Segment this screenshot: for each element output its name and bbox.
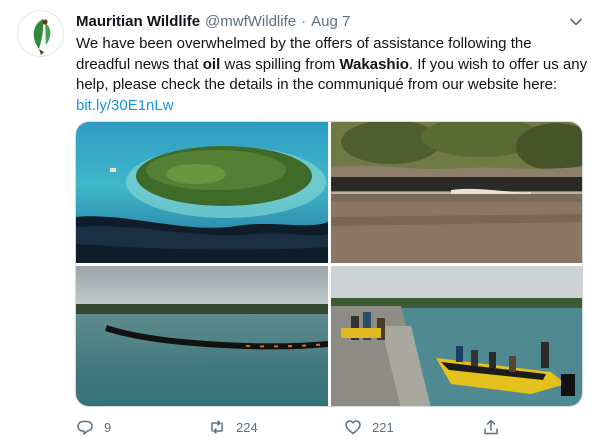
tweet-text: We have been overwhelmed by the offers o… [76,34,588,116]
mauritian-wildlife-logo-icon [33,19,51,55]
author-handle[interactable]: @mwfWildlife [205,13,296,30]
heart-icon [345,420,361,435]
reply-count: 9 [104,419,112,435]
like-button[interactable]: 221 [344,418,394,436]
like-count: 221 [372,419,394,435]
avatar[interactable] [17,10,64,57]
oil-boom-in-lagoon-photo[interactable] [76,266,328,406]
retweet-button[interactable]: 224 [208,418,258,436]
author-name[interactable]: Mauritian Wildlife [76,13,200,30]
tweet-bold-oil: oil [202,55,221,73]
tweet-header: Mauritian Wildlife @mwfWildlife · Aug 7 [76,10,350,32]
reply-button[interactable]: 9 [76,418,111,436]
retweet-count: 224 [236,419,258,435]
chevron-down-icon[interactable] [568,14,584,30]
tweet-actions: 9 224 221 [76,418,498,438]
tweet-text-part: was spilling from [220,55,340,73]
volunteers-boat-at-jetty-photo[interactable] [331,266,582,406]
aerial-island-oil-slick-photo[interactable] [76,122,328,263]
tweet-link[interactable]: bit.ly/30E1nLw [76,97,174,114]
tweet-bold-wakashio: Wakashio [339,55,409,73]
reply-icon [77,420,93,435]
tweet-date[interactable]: Aug 7 [311,13,350,30]
share-button[interactable] [482,418,500,436]
retweet-icon [211,420,223,434]
separator-dot: · [301,12,307,30]
oily-shoreline-rocks-photo[interactable] [331,122,582,263]
share-icon [484,419,498,435]
media-grid [75,121,583,407]
